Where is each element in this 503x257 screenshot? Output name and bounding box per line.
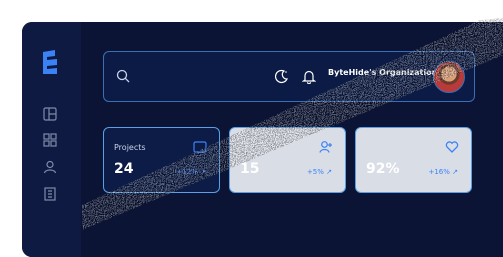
app-window: ByteHide's Organization Projects 24 +12%… [22, 22, 503, 257]
stat-card-value: 15 [240, 161, 260, 177]
dashboard-icon[interactable] [43, 107, 57, 121]
stat-card-value: 92% [366, 161, 400, 177]
moon-icon[interactable] [274, 69, 289, 84]
folder-icon [193, 141, 207, 153]
main-content: ByteHide's Organization Projects 24 +12%… [81, 22, 503, 257]
avatar[interactable] [433, 61, 465, 93]
sidebar [22, 22, 81, 257]
stat-card-users[interactable]: 15 +5% ↗ [229, 127, 346, 193]
bell-icon[interactable] [302, 69, 316, 84]
building-icon[interactable] [43, 187, 57, 201]
user-icon[interactable] [43, 160, 57, 174]
search-icon[interactable] [116, 69, 130, 83]
top-bar: ByteHide's Organization [103, 51, 475, 102]
stat-card-satisfaction[interactable]: 92% +16% ↗ [355, 127, 472, 193]
add-user-icon [319, 141, 332, 153]
grid-icon[interactable] [43, 133, 57, 147]
bytehide-logo-icon[interactable] [41, 50, 59, 74]
stat-card-projects[interactable]: Projects 24 +12% ↗ [103, 127, 220, 193]
stat-card-trend: +5% ↗ [306, 168, 332, 176]
stat-card-value: 24 [114, 161, 134, 177]
stat-card-title: Projects [114, 143, 146, 152]
heart-icon [445, 141, 459, 153]
stat-card-trend: +16% ↗ [428, 168, 458, 176]
organization-name[interactable]: ByteHide's Organization [328, 68, 437, 77]
stat-card-trend: +12% ↗ [176, 168, 206, 176]
